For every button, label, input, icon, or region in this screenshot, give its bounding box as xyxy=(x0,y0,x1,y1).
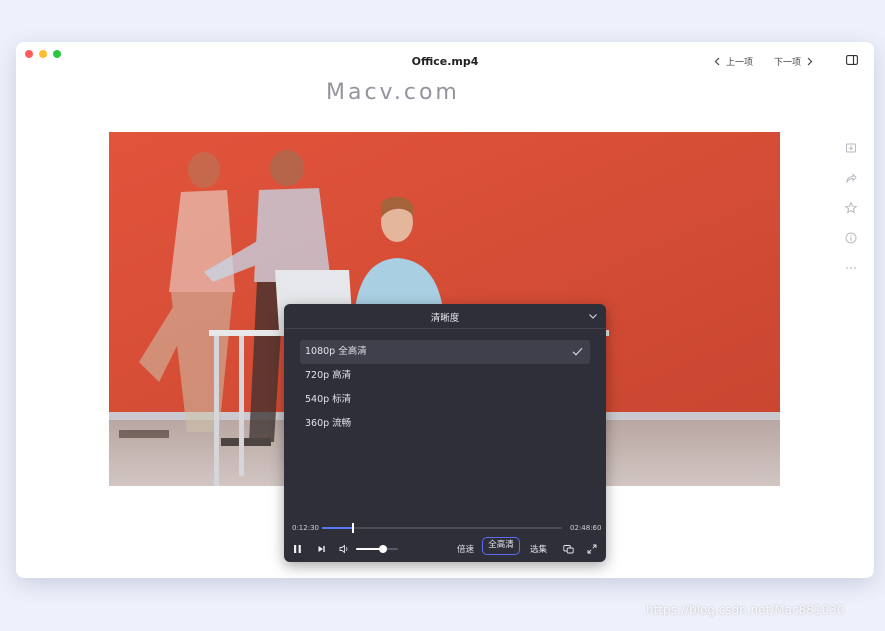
info-icon[interactable] xyxy=(844,230,858,244)
fullscreen-icon xyxy=(587,544,597,554)
star-icon[interactable] xyxy=(844,200,858,214)
pause-button[interactable] xyxy=(293,542,302,556)
volume-slider[interactable] xyxy=(356,545,398,553)
quality-panel-header: 清晰度 xyxy=(284,304,606,329)
volume-button[interactable] xyxy=(339,542,350,556)
picture-in-picture-button[interactable] xyxy=(563,542,574,556)
pip-icon xyxy=(563,545,574,554)
duration: 02:48:60 xyxy=(570,524,602,532)
more-icon[interactable] xyxy=(844,260,858,274)
chevron-right-icon xyxy=(807,57,813,66)
fullscreen-button[interactable] xyxy=(587,542,597,556)
next-item-button[interactable]: 下一项 xyxy=(774,55,813,68)
quality-option-720p[interactable]: 720p 高清 xyxy=(300,364,590,388)
share-icon[interactable] xyxy=(844,170,858,184)
quality-option-360p[interactable]: 360p 流畅 xyxy=(300,412,590,436)
quality-option-label: 360p 流畅 xyxy=(305,418,352,429)
current-time: 0:12:30 xyxy=(292,524,319,532)
quality-option-1080p[interactable]: 1080p 全高清 xyxy=(300,340,590,364)
next-item-label: 下一项 xyxy=(774,58,802,68)
progress-fill xyxy=(322,527,354,529)
video-watermark: Macv.com xyxy=(326,80,460,105)
checkmark-icon xyxy=(572,347,583,356)
progress-handle[interactable] xyxy=(352,523,355,533)
quality-panel-title: 清晰度 xyxy=(430,313,460,324)
page-watermark: https://blog.csdn.net/Mac881030 xyxy=(646,603,845,617)
speed-button[interactable]: 倍速 xyxy=(457,542,474,556)
quality-option-label: 720p 高清 xyxy=(305,370,352,381)
chevron-down-icon[interactable] xyxy=(588,311,598,321)
quality-button[interactable]: 全高清 xyxy=(482,537,520,555)
app-window: Office.mp4 上一项 下一项 清晰度 1080p 全高清 720p 高清… xyxy=(16,42,874,578)
pause-icon xyxy=(294,545,301,553)
chevron-left-icon xyxy=(714,57,720,66)
download-icon[interactable] xyxy=(844,140,858,154)
episodes-button[interactable]: 选集 xyxy=(530,542,547,556)
previous-item-button[interactable]: 上一项 xyxy=(714,55,753,68)
skip-next-icon xyxy=(318,546,325,552)
volume-handle[interactable] xyxy=(379,545,388,553)
quality-option-label: 1080p 全高清 xyxy=(305,346,367,357)
quality-option-540p[interactable]: 540p 标清 xyxy=(300,388,590,412)
sidebar-toggle-icon[interactable] xyxy=(846,55,858,65)
progress-bar[interactable] xyxy=(322,523,562,533)
speaker-icon xyxy=(339,544,348,554)
next-track-button[interactable] xyxy=(317,542,326,556)
player-overlay: 清晰度 1080p 全高清 720p 高清 540p 标清 360p 流畅 0:… xyxy=(284,304,606,562)
side-action-bar xyxy=(844,140,858,274)
previous-item-label: 上一项 xyxy=(726,58,754,68)
quality-option-label: 540p 标清 xyxy=(305,394,352,405)
quality-list: 1080p 全高清 720p 高清 540p 标清 360p 流畅 xyxy=(300,340,590,436)
